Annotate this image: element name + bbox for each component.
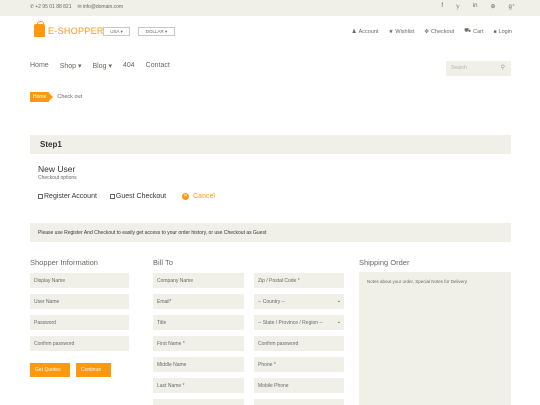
lock-icon: ■ (493, 28, 497, 35)
login-label: Login (498, 28, 512, 35)
menu-item-contact[interactable]: Contact (146, 62, 170, 70)
get-quotes-button[interactable]: Get Quotes (30, 363, 70, 377)
register-checkbox[interactable] (38, 193, 43, 199)
password-field[interactable]: Password (30, 315, 129, 330)
phone-icon: ✆ (30, 4, 35, 10)
company-name-field[interactable]: Company Name (153, 273, 244, 288)
checkout-options: Register Account Guest Checkout ✕ Cancel (38, 193, 215, 200)
continue-button[interactable]: Continue (76, 363, 111, 377)
breadcrumb-home[interactable]: Home (30, 92, 50, 102)
breadcrumb-current: Check out (57, 94, 83, 100)
chevron-down-icon: ⌄ (336, 319, 341, 325)
search-input[interactable]: Search ⚲ (446, 61, 511, 76)
menu-item-404[interactable]: 404 (123, 62, 135, 70)
confirm-password-field[interactable]: Confirm password (30, 336, 129, 351)
register-label: Register Account (44, 193, 97, 200)
checkout-options-label: Checkout options (38, 175, 77, 181)
last-name-field[interactable]: Last Name * (153, 378, 244, 393)
new-user-heading: New User (38, 164, 76, 174)
order-notes-textarea[interactable]: Notes about your order, Special Notes fo… (359, 272, 511, 405)
logo-text: E-SHOPPER (48, 25, 104, 36)
account-label: Account (358, 28, 379, 35)
social-links: f 𝕪 in ⊕ g⁺ (441, 3, 515, 10)
register-account-option[interactable]: Register Account (38, 193, 97, 200)
phone-field[interactable]: Phone * (254, 357, 344, 372)
top-bar: ✆+2 95 01 88 821 ✉info@domain.com f 𝕪 in… (0, 0, 540, 16)
star-icon: ★ (388, 28, 394, 35)
guest-checkbox[interactable] (109, 193, 115, 199)
menu-item-shop[interactable]: Shop ▾ (60, 62, 82, 70)
new-user-section: New User Checkout options (38, 164, 77, 181)
breadcrumb-arrow-icon (49, 93, 54, 101)
logo[interactable]: E-SHOPPER (34, 21, 104, 37)
shopper-information-title: Shopper Information (30, 258, 98, 267)
twitter-icon[interactable]: 𝕪 (456, 3, 460, 10)
shipping-order-title: Shipping Order (359, 258, 410, 267)
state-select[interactable]: -- State / Province / Region -- ⌄ (254, 315, 344, 330)
main-menu: Home Shop ▾ Blog ▾ 404 Contact (30, 62, 170, 70)
checkout-label: Checkout (430, 28, 455, 35)
account-link[interactable]: ♟ Account (352, 28, 379, 35)
wishlist-link[interactable]: ★ Wishlist (388, 28, 414, 35)
first-name-field[interactable]: First Name * (153, 336, 244, 351)
step-title: Step1 (40, 140, 62, 149)
state-select-value: -- State / Province / Region -- (258, 320, 323, 326)
user-icon: ♟ (351, 28, 357, 35)
account-nav: ♟ Account ★ Wishlist ✥ Checkout ⛟ Cart ■ Logi… (352, 28, 512, 35)
cancel-label: Cancel (193, 193, 215, 200)
login-link[interactable]: ■ Login (494, 28, 513, 35)
fax-field[interactable] (254, 399, 344, 405)
contact-info: ✆+2 95 01 88 821 ✉info@domain.com (30, 4, 123, 10)
menu-item-home[interactable]: Home (30, 62, 49, 70)
guest-label: Guest Checkout (115, 193, 167, 200)
currency-dropdown[interactable]: DOLLAR ▾ (138, 27, 175, 36)
address-field[interactable] (153, 399, 244, 405)
cart-label: Cart (473, 28, 484, 35)
cart-icon: ⛟ (464, 28, 472, 34)
user-name-field[interactable]: User Name (30, 294, 129, 309)
guest-checkout-option[interactable]: Guest Checkout (109, 193, 167, 200)
cancel-link[interactable]: ✕ Cancel (182, 193, 215, 200)
country-select-value: -- Country -- (258, 299, 285, 305)
search-placeholder: Search (451, 65, 467, 71)
cart-link[interactable]: ⛟ Cart (464, 28, 483, 35)
shopping-bag-icon (34, 21, 45, 37)
envelope-icon: ✉ (77, 4, 82, 10)
middle-name-field[interactable]: Middle Name (153, 357, 244, 372)
step-header: Step1 (30, 135, 511, 154)
checkout-link[interactable]: ✥ Checkout (424, 28, 454, 35)
title-field[interactable]: Title (153, 315, 244, 330)
chevron-down-icon: ⌄ (336, 298, 341, 304)
menu-item-blog[interactable]: Blog ▾ (93, 62, 112, 70)
phone-contact[interactable]: ✆+2 95 01 88 821 (30, 4, 72, 10)
confirm-password-field-bill[interactable]: Confirm password (254, 336, 344, 351)
wishlist-label: Wishlist (395, 28, 415, 35)
google-plus-icon[interactable]: g⁺ (508, 3, 515, 10)
facebook-icon[interactable]: f (441, 3, 443, 10)
email-address: info@domain.com (82, 4, 124, 10)
phone-number: +2 95 01 88 821 (35, 4, 72, 10)
search-icon[interactable]: ⚲ (501, 64, 505, 71)
email-field[interactable]: Email* (153, 294, 244, 309)
breadcrumb: Home Check out (30, 92, 82, 102)
bill-to-title: Bill To (153, 258, 173, 267)
display-name-field[interactable]: Display Name (30, 273, 129, 288)
times-circle-icon: ✕ (182, 193, 190, 200)
country-dropdown[interactable]: USA ▾ (103, 27, 130, 36)
email-contact[interactable]: ✉info@domain.com (78, 4, 124, 10)
register-notice: Please use Register And Checkout to easi… (30, 223, 511, 242)
mobile-phone-field[interactable]: Mobile Phone (254, 378, 344, 393)
header-middle: E-SHOPPER USA ▾ DOLLAR ▾ ♟ Account ★ Wishl… (0, 16, 540, 52)
linkedin-icon[interactable]: in (473, 3, 478, 10)
zip-code-field[interactable]: Zip / Postal Code * (254, 273, 344, 288)
crosshairs-icon: ✥ (424, 28, 429, 35)
country-select[interactable]: -- Country -- ⌄ (254, 294, 344, 309)
dribbble-icon[interactable]: ⊕ (490, 3, 495, 10)
